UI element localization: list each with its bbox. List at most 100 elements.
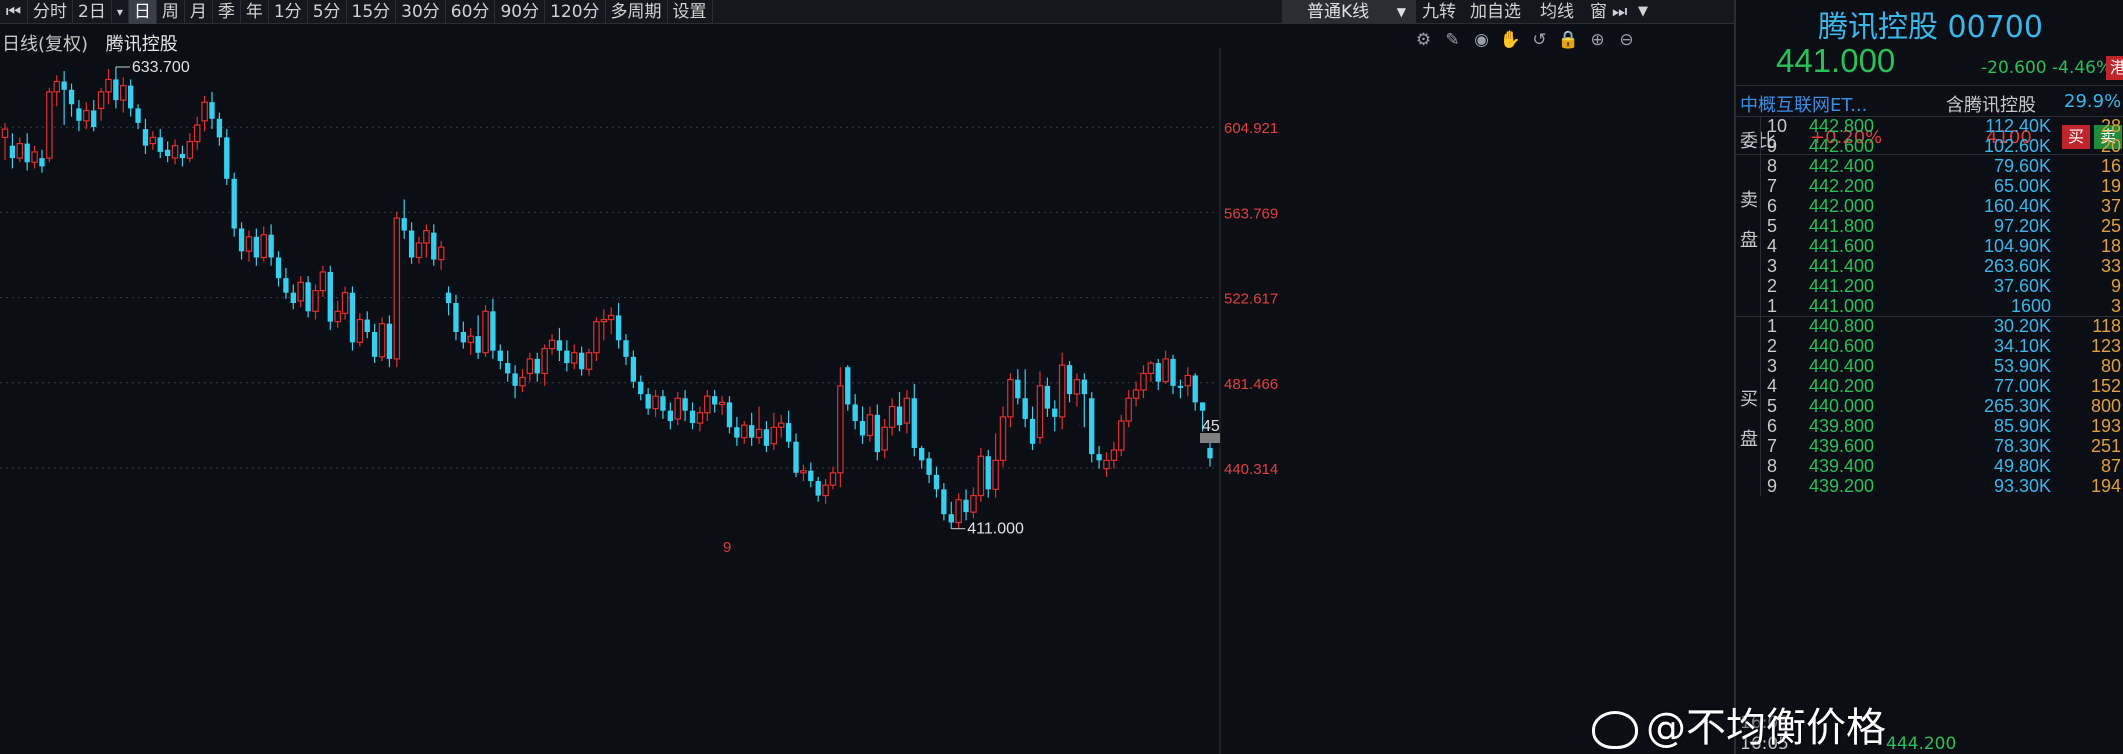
candle-body-up <box>149 136 157 145</box>
candle-body-up <box>1073 379 1081 395</box>
order-book-row[interactable]: 9 442.600 102.60K 20 <box>1761 136 2123 156</box>
order-book-vol: 93.30K <box>1993 476 2051 496</box>
candle-body-down <box>808 470 814 482</box>
period-dropdown-icon[interactable]: ▾ <box>112 0 129 24</box>
order-book-row[interactable]: 7 442.200 65.00K 19 <box>1761 176 2123 196</box>
order-book-row[interactable]: 2 440.600 34.10K 123 <box>1761 336 2123 356</box>
zoom-in-icon[interactable]: ⊕ <box>1586 30 1609 50</box>
kline-chart[interactable]: 646.072 604.921 563.769 522.617 481.466 440.3… <box>0 48 1734 754</box>
candle-body-down <box>39 158 45 167</box>
add-watchlist-button[interactable]: 加自选 <box>1470 0 1521 24</box>
candle-body-down <box>985 456 991 490</box>
tab-settings[interactable]: 设置 <box>668 0 713 24</box>
tab-month[interactable]: 月 <box>185 0 213 24</box>
order-book-row[interactable]: 5 441.800 97.20K 25 <box>1761 216 2123 236</box>
candle-body-up <box>1147 362 1155 375</box>
order-book-cnt: 80 <box>2100 356 2121 376</box>
candle-body-up <box>600 318 608 323</box>
candle-body-down <box>209 102 215 119</box>
order-book-row[interactable]: 6 442.000 160.40K 37 <box>1761 196 2123 216</box>
candle-body-down <box>859 421 866 436</box>
gear-icon[interactable]: ⚙ <box>1412 30 1435 50</box>
order-book-price: 441.200 <box>1809 276 1875 296</box>
candle-body-down <box>748 425 755 438</box>
candle-body-up <box>829 472 837 486</box>
order-book-cnt: 25 <box>2100 216 2121 236</box>
order-book-row[interactable]: 8 442.400 79.60K 16 <box>1761 156 2123 176</box>
undo-icon[interactable]: ↺ <box>1528 30 1551 50</box>
order-book-row[interactable]: 3 440.400 53.90K 80 <box>1761 356 2123 376</box>
candle-body-up <box>312 289 319 312</box>
tab-60min[interactable]: 60分 <box>446 0 496 24</box>
tab-day[interactable]: 日 <box>128 0 157 24</box>
tab-multi-period[interactable]: 多周期 <box>606 0 668 24</box>
lock-icon[interactable]: 🔒 <box>1557 30 1580 50</box>
candle-body-down <box>505 363 511 374</box>
order-book-price: 442.200 <box>1809 176 1875 196</box>
watermark-text: @不均衡价格 <box>1646 705 1886 751</box>
order-book-vol: 78.30K <box>1993 436 2051 456</box>
order-book-row[interactable]: 4 440.200 77.00K 152 <box>1761 376 2123 396</box>
etf-link[interactable]: 中概互联网ET... <box>1740 91 1867 117</box>
order-book-row[interactable]: 7 439.600 78.30K 251 <box>1761 436 2123 456</box>
order-book-row[interactable]: 4 441.600 104.90K 18 <box>1761 236 2123 256</box>
order-book-cnt: 28 <box>2100 116 2121 136</box>
menu-down-icon[interactable]: ▼ <box>1638 0 1648 24</box>
candle-body-down <box>224 137 230 179</box>
candle-body-up <box>770 426 778 445</box>
zoom-out-icon[interactable]: ⊖ <box>1615 30 1638 50</box>
order-book-row[interactable]: 3 441.400 263.60K 33 <box>1761 256 2123 276</box>
tab-intraday[interactable]: 分时 <box>28 0 73 24</box>
order-book-vol: 97.20K <box>1993 216 2051 236</box>
candle-body-up <box>16 142 24 159</box>
order-book-row[interactable]: 8 439.400 49.80K 87 <box>1761 456 2123 476</box>
order-book-row[interactable]: 6 439.800 85.90K 193 <box>1761 416 2123 436</box>
tab-120min[interactable]: 120分 <box>545 0 606 24</box>
window-button[interactable]: 窗 <box>1590 0 1607 24</box>
order-book-level: 9 <box>1767 476 1778 496</box>
order-book-row[interactable]: 2 441.200 37.60K 9 <box>1761 276 2123 296</box>
order-book-row[interactable]: 5 440.000 265.30K 800 <box>1761 396 2123 416</box>
skip-forward-icon[interactable]: ⏭ <box>1612 0 1627 24</box>
order-book-row[interactable]: 9 439.200 93.30K 194 <box>1761 476 2123 496</box>
order-book-level: 4 <box>1767 376 1778 396</box>
order-book-row[interactable]: 10 442.800 112.40K 28 <box>1761 116 2123 136</box>
order-book-vol: 265.30K <box>1983 396 2051 416</box>
pen-icon[interactable]: ✎ <box>1441 30 1464 50</box>
order-book-level: 5 <box>1767 396 1778 416</box>
hk-market-badge: 港 <box>2106 56 2123 80</box>
nav-back-icon[interactable]: ⏮ <box>0 0 28 24</box>
etf-row[interactable]: 中概互联网ET... 含腾讯控股 29.9% <box>1736 85 2123 117</box>
tab-2day[interactable]: 2日 <box>73 0 112 24</box>
order-book-row[interactable]: 1 441.000 1600 3 <box>1761 296 2123 316</box>
order-book-vol: 160.40K <box>1983 196 2051 216</box>
order-book-vol: 79.60K <box>1993 156 2051 176</box>
candle-body-down <box>386 323 393 359</box>
tab-1min[interactable]: 1分 <box>269 0 308 24</box>
candle-body-up <box>467 335 474 343</box>
tab-90min[interactable]: 90分 <box>495 0 546 24</box>
tab-15min[interactable]: 15分 <box>347 0 397 24</box>
tab-5min[interactable]: 5分 <box>308 0 347 24</box>
high-price-label: 633.700 <box>132 59 190 76</box>
low-price-label: 411.000 <box>967 521 1024 538</box>
tab-year[interactable]: 年 <box>241 0 269 24</box>
order-book-cnt: 9 <box>2110 276 2121 296</box>
order-book-level: 6 <box>1767 416 1778 436</box>
tab-week[interactable]: 周 <box>157 0 185 24</box>
candle-body-down <box>157 137 163 152</box>
nine-turn-button[interactable]: 九转 <box>1422 0 1456 24</box>
ma-button[interactable]: 均线 <box>1540 0 1574 24</box>
candle-body-down <box>91 110 97 128</box>
kline-type-select[interactable]: 普通K线 ▼ <box>1282 0 1416 24</box>
hand-icon[interactable]: ✋ <box>1499 30 1522 50</box>
order-book-price: 439.800 <box>1809 416 1875 436</box>
candle-body-up <box>378 323 386 358</box>
tab-30min[interactable]: 30分 <box>396 0 446 24</box>
order-book-level: 5 <box>1767 216 1778 236</box>
eye-icon[interactable]: ◉ <box>1470 30 1493 50</box>
tab-quarter[interactable]: 季 <box>213 0 241 24</box>
order-book-row[interactable]: 1 440.800 30.20K 118 <box>1761 316 2123 336</box>
candle-body-up <box>888 405 896 428</box>
candle-body-down <box>460 332 467 343</box>
